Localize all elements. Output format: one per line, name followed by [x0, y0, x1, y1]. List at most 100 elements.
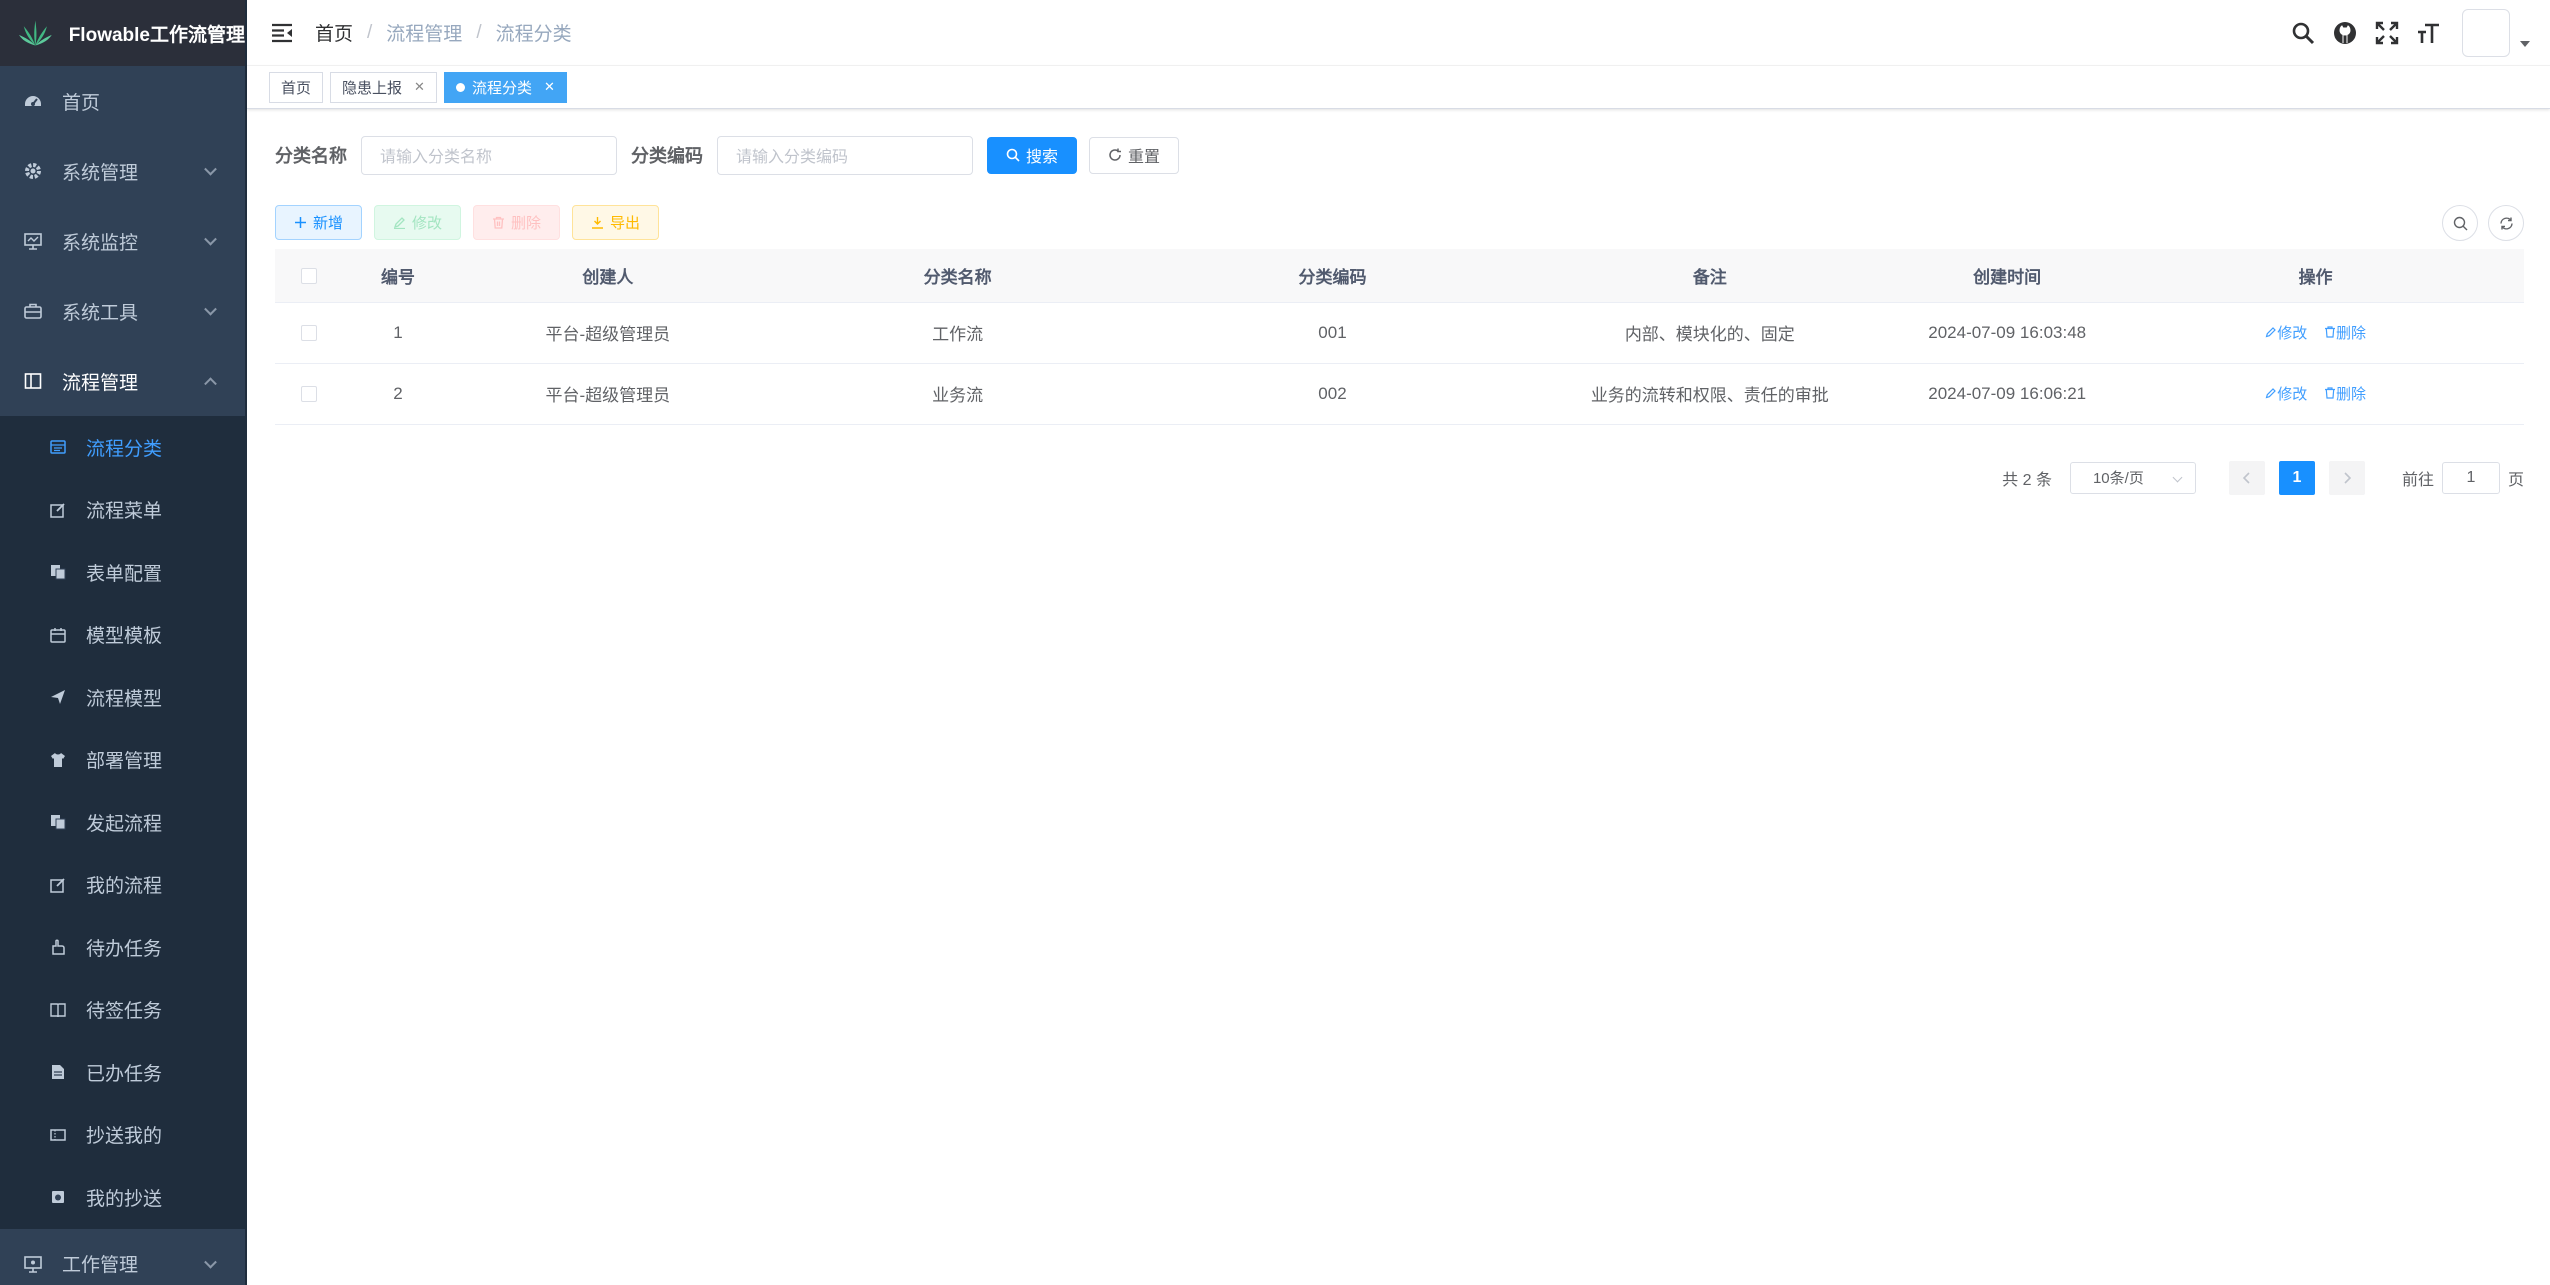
sidebar-item-system-admin[interactable]: 系统管理 [0, 136, 245, 206]
search-button-label: 搜索 [1026, 149, 1059, 166]
copy-icon [50, 564, 66, 580]
row-checkbox[interactable] [300, 386, 317, 403]
tag-home[interactable]: 首页 [269, 71, 324, 103]
trash-icon [2324, 326, 2335, 338]
category-name-input[interactable]: 请输入分类名称 [361, 135, 617, 175]
close-icon[interactable]: ✕ [544, 79, 555, 95]
category-code-input[interactable]: 请输入分类编码 [717, 135, 973, 175]
goto-page-input[interactable]: 1 [2441, 461, 2500, 494]
avatar[interactable] [2462, 9, 2510, 57]
monitor-icon [24, 1255, 42, 1273]
sidebar-item-done-tasks[interactable]: 已办任务 [0, 1041, 245, 1104]
column-header: 备注 [1512, 249, 1908, 303]
page-size-select[interactable]: 10条/页 [2069, 461, 2196, 494]
navbar: 首页 / 流程管理 / 流程分类 [247, 0, 2550, 66]
sidebar-item-start-process[interactable]: 发起流程 [0, 791, 245, 854]
sidebar-item-process-management[interactable]: 流程管理 [0, 346, 245, 416]
edit-button[interactable]: 修改 [374, 205, 462, 240]
sidebar-item-deploy-management[interactable]: 部署管理 [0, 729, 245, 792]
prev-page-button[interactable] [2228, 460, 2265, 495]
sidebar-item-form-config[interactable]: 表单配置 [0, 541, 245, 604]
app-title: Flowable工作流管理 [68, 24, 245, 46]
breadcrumb-current: 流程分类 [495, 24, 572, 45]
row-edit-label: 修改 [2277, 324, 2308, 342]
sidebar-item-cc-me[interactable]: 抄送我的 [0, 1104, 245, 1167]
next-page-button[interactable] [2328, 460, 2365, 495]
cell-creator: 平台-超级管理员 [452, 302, 763, 364]
sidebar-item-my-cc[interactable]: 我的抄送 [0, 1166, 245, 1229]
github-icon[interactable] [2332, 20, 2358, 46]
sidebar-item-home[interactable]: 首页 [0, 66, 245, 136]
cell-remark: 内部、模块化的、固定 [1512, 302, 1908, 364]
tag-process-category[interactable]: 流程分类 ✕ [443, 71, 567, 103]
sidebar-item-claim-tasks[interactable]: 待签任务 [0, 979, 245, 1042]
breadcrumb: 首页 / 流程管理 / 流程分类 [315, 19, 572, 46]
goto-prefix: 前往 [2401, 471, 2434, 489]
sidebar-item-system-tools[interactable]: 系统工具 [0, 276, 245, 346]
chevron-down-icon [2172, 472, 2183, 482]
add-button[interactable]: 新增 [275, 205, 363, 240]
tags-view: 首页 隐患上报 ✕ 流程分类 ✕ [247, 66, 2550, 109]
row-delete-link[interactable]: 删除 [2324, 322, 2366, 343]
search-button[interactable]: 搜索 [987, 136, 1078, 174]
goto-page: 前往 1 页 [2401, 461, 2524, 494]
export-button[interactable]: 导出 [572, 205, 660, 240]
cell-id: 1 [342, 302, 453, 364]
active-dot-icon [455, 82, 465, 92]
sidebar-item-label: 我的抄送 [86, 1188, 163, 1210]
column-header: 分类编码 [1152, 249, 1513, 303]
tag-hazard-report[interactable]: 隐患上报 ✕ [330, 71, 437, 103]
row-edit-link[interactable]: 修改 [2265, 383, 2307, 404]
sidebar: Flowable工作流管理 首页 系统管理 系统监控 系统工具 流程管理 流程分… [0, 0, 245, 1285]
toggle-search-button[interactable] [2442, 205, 2478, 241]
caret-down-icon[interactable] [2520, 41, 2530, 47]
camera-icon [50, 1189, 66, 1205]
select-all-checkbox[interactable] [300, 267, 317, 284]
refresh-button[interactable] [2488, 205, 2524, 241]
hamburger-icon[interactable] [271, 23, 293, 43]
edit-icon [2265, 388, 2277, 399]
main-area: 首页 / 流程管理 / 流程分类 首页 隐患上报 ✕ 流程分类 ✕ 分类名称 请… [247, 0, 2550, 1285]
sidebar-item-model-template[interactable]: 模型模板 [0, 604, 245, 667]
sidebar-item-process-category[interactable]: 流程分类 [0, 416, 245, 479]
select-all-cell [275, 249, 343, 303]
sidebar-item-process-menu[interactable]: 流程菜单 [0, 479, 245, 542]
row-edit-link[interactable]: 修改 [2265, 322, 2307, 343]
sidebar-item-process-model[interactable]: 流程模型 [0, 666, 245, 729]
column-header: 创建时间 [1907, 249, 2108, 303]
fullscreen-icon[interactable] [2374, 20, 2400, 46]
cell-actions: 修改 删除 [2107, 302, 2524, 364]
reset-button[interactable]: 重置 [1089, 136, 1180, 174]
send-icon [50, 689, 66, 705]
sidebar-item-label: 流程模型 [86, 688, 163, 710]
breadcrumb-home[interactable]: 首页 [315, 19, 353, 46]
breadcrumb-process-management[interactable]: 流程管理 [386, 19, 462, 46]
font-size-icon[interactable] [2416, 20, 2442, 46]
edit-icon [393, 216, 406, 229]
page-number[interactable]: 1 [2278, 460, 2315, 495]
sidebar-item-todo-tasks[interactable]: 待办任务 [0, 916, 245, 979]
shirt-icon [50, 752, 66, 768]
sidebar-item-label: 待签任务 [86, 1001, 163, 1023]
search-icon[interactable] [2290, 20, 2316, 46]
sidebar-item-label: 系统管理 [62, 162, 139, 184]
row-checkbox[interactable] [300, 325, 317, 342]
export-button-label: 导出 [610, 215, 641, 232]
tag-label: 首页 [281, 79, 312, 97]
refresh-icon [2499, 216, 2513, 230]
sidebar-item-my-process[interactable]: 我的流程 [0, 854, 245, 917]
refresh-icon [1108, 148, 1122, 162]
ticket-icon [50, 1127, 66, 1143]
sidebar-item-label: 部署管理 [86, 751, 163, 773]
chevron-down-icon [204, 232, 217, 246]
search-form: 分类名称 请输入分类名称 分类编码 请输入分类编码 搜索 重置 [275, 135, 2524, 175]
column-header: 分类名称 [762, 249, 1153, 303]
sidebar-item-work-management[interactable]: 工作管理 [0, 1229, 245, 1285]
delete-button[interactable]: 删除 [473, 205, 561, 240]
close-icon[interactable]: ✕ [414, 79, 425, 95]
logo-area[interactable]: Flowable工作流管理 [0, 0, 245, 66]
row-delete-link[interactable]: 删除 [2324, 383, 2366, 404]
sidebar-item-system-monitor[interactable]: 系统监控 [0, 206, 245, 276]
logo-icon [18, 20, 52, 46]
toolbox-icon [24, 302, 42, 320]
